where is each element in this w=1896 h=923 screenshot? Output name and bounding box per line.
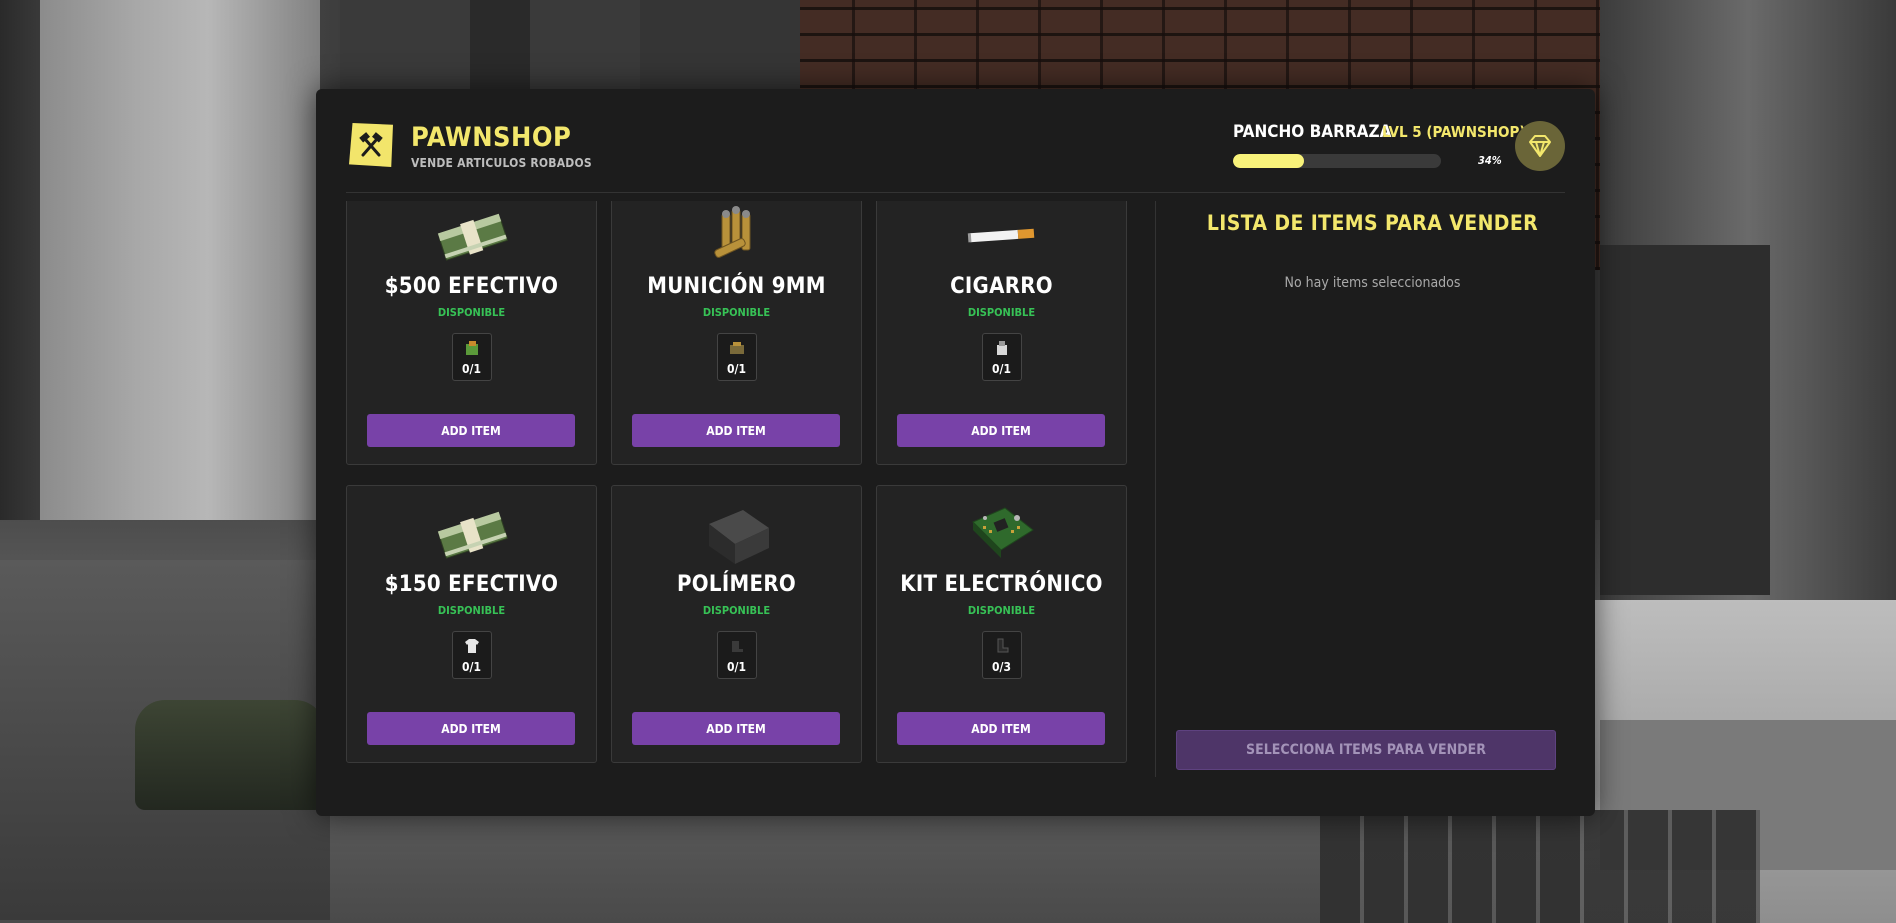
- cash-stack-icon: [427, 498, 517, 568]
- item-card: $500 EFECTIVO DISPONIBLE 0/1 ADD ITEM: [346, 201, 597, 465]
- add-item-button[interactable]: ADD ITEM: [897, 712, 1105, 745]
- item-name: KIT ELECTRÓNICO: [900, 572, 1103, 597]
- item-quantity: 0/1: [462, 660, 481, 674]
- item-name: CIGARRO: [950, 274, 1053, 299]
- ceiling-beam: [470, 0, 530, 100]
- add-item-button[interactable]: ADD ITEM: [632, 712, 840, 745]
- crossed-hammers-icon: [349, 123, 393, 167]
- item-quantity-slot: 0/1: [981, 333, 1022, 381]
- boot-icon: [993, 637, 1011, 655]
- item-name: $150 EFECTIVO: [384, 572, 559, 597]
- item-quantity: 0/1: [727, 660, 746, 674]
- item-name: MUNICIÓN 9MM: [647, 274, 826, 299]
- add-item-button[interactable]: ADD ITEM: [897, 414, 1105, 447]
- shoe-icon: [728, 637, 746, 655]
- pawnshop-panel: PAWNSHOP VENDE ARTICULOS ROBADOS PANCHO …: [316, 89, 1595, 816]
- item-quantity-slot: 0/1: [451, 333, 492, 381]
- item-quantity-slot: 0/1: [716, 631, 757, 679]
- sell-list-title: LISTA DE ITEMS PARA VENDER: [1206, 211, 1539, 235]
- item-name: POLÍMERO: [677, 572, 796, 597]
- van-model: [135, 700, 325, 810]
- page-subtitle: VENDE ARTICULOS ROBADOS: [411, 156, 592, 170]
- item-card: MUNICIÓN 9MM DISPONIBLE 0/1 ADD ITEM: [611, 201, 862, 465]
- sell-items-button[interactable]: SELECCIONA ITEMS PARA VENDER: [1176, 730, 1556, 770]
- item-quantity-slot: 0/3: [981, 631, 1022, 679]
- add-item-button[interactable]: ADD ITEM: [632, 414, 840, 447]
- lighter-icon: [993, 339, 1011, 357]
- doorway: [1600, 245, 1770, 595]
- page-title: PAWNSHOP: [411, 122, 572, 153]
- level-progress-bar: [1233, 154, 1441, 168]
- circuit-board-icon: [957, 498, 1047, 568]
- diamond-icon[interactable]: [1515, 121, 1565, 171]
- item-name: $500 EFECTIVO: [384, 274, 559, 299]
- cash-stack-icon: [427, 201, 517, 270]
- item-quantity-slot: 0/1: [716, 333, 757, 381]
- white-wall: [40, 0, 320, 560]
- panel-header: PAWNSHOP VENDE ARTICULOS ROBADOS PANCHO …: [316, 89, 1595, 193]
- item-quantity: 0/1: [727, 362, 746, 376]
- polymer-block-icon: [692, 498, 782, 568]
- level-progress-fill: [1233, 154, 1304, 168]
- ceiling-beam: [640, 0, 800, 100]
- item-card: KIT ELECTRÓNICO DISPONIBLE 0/3 ADD ITEM: [876, 485, 1127, 763]
- player-level: LVL 5 (PAWNSHOP): [1382, 123, 1526, 141]
- item-card: CIGARRO DISPONIBLE 0/1 ADD ITEM: [876, 201, 1127, 465]
- item-quantity: 0/1: [462, 362, 481, 376]
- ammo-box-icon: [728, 339, 746, 357]
- item-status: DISPONIBLE: [702, 604, 771, 617]
- item-card: POLÍMERO DISPONIBLE 0/1 ADD ITEM: [611, 485, 862, 763]
- item-quantity: 0/1: [992, 362, 1011, 376]
- money-bag-icon: [463, 339, 481, 357]
- panel-divider: [1155, 201, 1156, 777]
- add-item-button[interactable]: ADD ITEM: [367, 414, 575, 447]
- shirt-icon: [463, 637, 481, 655]
- bullets-icon: [692, 201, 782, 270]
- item-status: DISPONIBLE: [437, 306, 506, 319]
- header-divider: [346, 192, 1565, 193]
- item-status: DISPONIBLE: [437, 604, 506, 617]
- item-quantity: 0/3: [992, 660, 1011, 674]
- level-progress-text: 34%: [1478, 154, 1502, 167]
- items-grid: $500 EFECTIVO DISPONIBLE 0/1 ADD ITEM MU…: [346, 201, 1158, 777]
- watch-display-case: [1320, 810, 1760, 923]
- cigarette-icon: [957, 201, 1047, 270]
- item-status: DISPONIBLE: [967, 306, 1036, 319]
- item-quantity-slot: 0/1: [451, 631, 492, 679]
- add-item-button[interactable]: ADD ITEM: [367, 712, 575, 745]
- item-status: DISPONIBLE: [702, 306, 771, 319]
- item-status: DISPONIBLE: [967, 604, 1036, 617]
- player-name: PANCHO BARRAZA: [1233, 122, 1392, 142]
- sell-list-empty-text: No hay items seleccionados: [1284, 275, 1461, 291]
- item-card: $150 EFECTIVO DISPONIBLE 0/1 ADD ITEM: [346, 485, 597, 763]
